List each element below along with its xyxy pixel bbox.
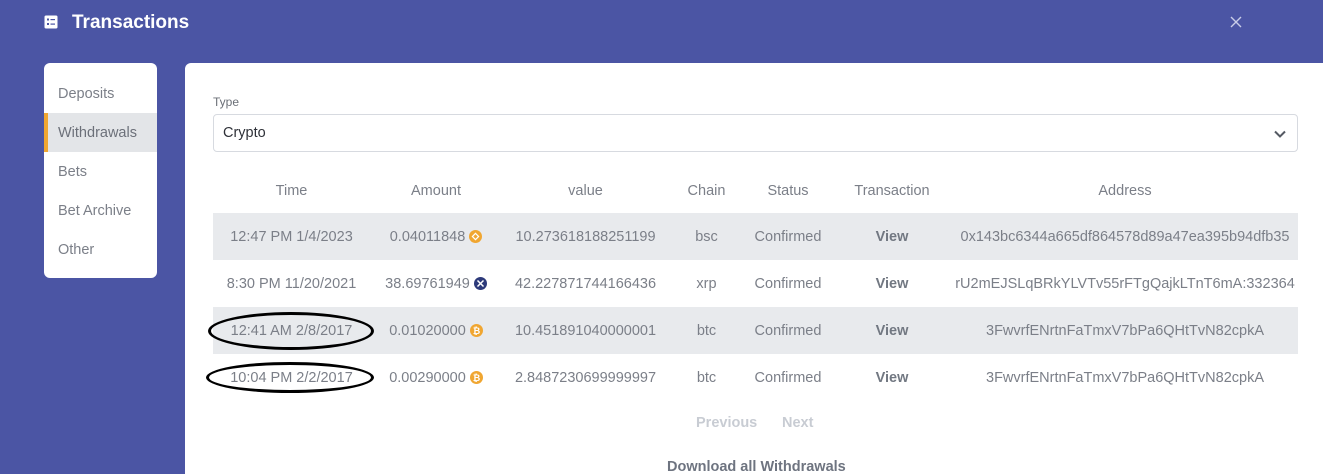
cell-transaction: View: [832, 323, 952, 339]
bitcoin-icon: ₿: [469, 324, 483, 337]
sidebar-item-withdrawals[interactable]: Withdrawals: [44, 113, 157, 152]
receipt-icon: [44, 15, 58, 29]
sidebar-item-bets[interactable]: Bets: [44, 152, 157, 191]
svg-text:₿: ₿: [473, 326, 480, 337]
cell-status: Confirmed: [754, 369, 822, 386]
cell-value: 10.273618188251199: [515, 228, 656, 245]
transactions-table: Time Amount value Chain Status Transacti…: [213, 168, 1298, 401]
cell-chain: btc: [696, 369, 717, 386]
cell-time: 8:30 PM 11/20/2021: [226, 275, 357, 292]
type-select-value: Crypto: [223, 125, 266, 141]
cell-amount: 0.01020000 ₿: [370, 323, 502, 339]
cell-time: 12:41 AM 2/8/2017: [230, 322, 353, 339]
previous-button[interactable]: Previous: [696, 415, 757, 431]
table-row: 10:04 PM 2/2/2017 0.00290000 ₿ 2.8487230…: [213, 354, 1298, 401]
chevron-down-icon: [1274, 130, 1286, 138]
modal-title: Transactions: [72, 12, 190, 33]
cell-address: 3FwvrfENrtnFaTmxV7bPa6QHtTvN82cpkA: [986, 322, 1264, 339]
svg-text:₿: ₿: [473, 373, 480, 384]
view-transaction-link[interactable]: View: [876, 323, 909, 339]
next-button[interactable]: Next: [782, 415, 813, 431]
sidebar-item-deposits[interactable]: Deposits: [44, 74, 157, 113]
cell-status: Confirmed: [754, 275, 822, 292]
cell-status: Confirmed: [754, 228, 822, 245]
download-all-button[interactable]: Download all Withdrawals: [667, 459, 846, 474]
cell-status: Confirmed: [754, 322, 822, 339]
view-transaction-link[interactable]: View: [876, 229, 909, 245]
sidebar-item-label: Other: [58, 241, 95, 258]
cell-address: 0x143bc6344a665df864578d89a47ea395b94dfb…: [960, 228, 1290, 245]
sidebar-item-label: Bets: [58, 163, 88, 180]
amount-value: 0.00290000: [389, 369, 466, 386]
cell-amount: 38.69761949: [370, 276, 502, 292]
type-label: Type: [213, 95, 240, 109]
table-row: 12:41 AM 2/8/2017 0.01020000 ₿ 10.451891…: [213, 307, 1298, 354]
view-transaction-link[interactable]: View: [876, 276, 909, 292]
column-header-status: Status: [767, 182, 809, 199]
sidebar-item-bet-archive[interactable]: Bet Archive: [44, 191, 157, 230]
sidebar-item-label: Withdrawals: [58, 124, 137, 141]
cell-time: 10:04 PM 2/2/2017: [230, 369, 353, 386]
cell-chain: bsc: [695, 228, 718, 245]
column-header-amount: Amount: [411, 182, 461, 199]
view-transaction-link[interactable]: View: [876, 370, 909, 386]
main-panel: Type Crypto Time Amount value Chain Stat…: [185, 63, 1323, 474]
column-header-value: value: [568, 182, 603, 199]
amount-value: 38.69761949: [385, 275, 470, 292]
xrp-icon: [473, 277, 487, 290]
sidebar-item-other[interactable]: Other: [44, 230, 157, 269]
sidebar-item-label: Deposits: [58, 85, 115, 102]
modal-header: Transactions: [0, 0, 1323, 48]
sidebar: Deposits Withdrawals Bets Bet Archive Ot…: [44, 63, 157, 278]
cell-value: 10.451891040000001: [514, 322, 657, 339]
table-header: Time Amount value Chain Status Transacti…: [213, 168, 1298, 213]
bnb-icon: [469, 230, 483, 243]
cell-address: rU2mEJSLqBRkYLVTv55rFTgQajkLTnT6mA:33236…: [955, 275, 1295, 292]
column-header-time: Time: [275, 182, 308, 199]
cell-amount: 0.00290000 ₿: [370, 370, 502, 386]
column-header-address: Address: [1098, 182, 1152, 199]
close-icon[interactable]: [1228, 14, 1244, 30]
cell-amount: 0.04011848: [370, 229, 502, 245]
column-header-chain: Chain: [687, 182, 726, 199]
cell-address: 3FwvrfENrtnFaTmxV7bPa6QHtTvN82cpkA: [986, 369, 1264, 386]
cell-value: 42.227871744166436: [514, 275, 657, 292]
bitcoin-icon: ₿: [469, 371, 483, 384]
amount-value: 0.01020000: [389, 322, 466, 339]
cell-transaction: View: [832, 229, 952, 245]
table-row: 12:47 PM 1/4/2023 0.04011848 10.27361818…: [213, 213, 1298, 260]
cell-value: 2.8487230699999997: [514, 369, 657, 386]
cell-transaction: View: [832, 276, 952, 292]
column-header-transaction: Transaction: [854, 182, 930, 199]
cell-chain: btc: [696, 322, 717, 339]
type-select[interactable]: Crypto: [213, 114, 1298, 152]
table-row: 8:30 PM 11/20/2021 38.69761949 42.227871…: [213, 260, 1298, 307]
cell-chain: xrp: [696, 275, 717, 292]
pagination: Previous Next: [185, 415, 1323, 435]
amount-value: 0.04011848: [389, 228, 466, 245]
cell-time: 12:47 PM 1/4/2023: [230, 228, 353, 245]
sidebar-item-label: Bet Archive: [58, 202, 132, 219]
cell-transaction: View: [832, 370, 952, 386]
